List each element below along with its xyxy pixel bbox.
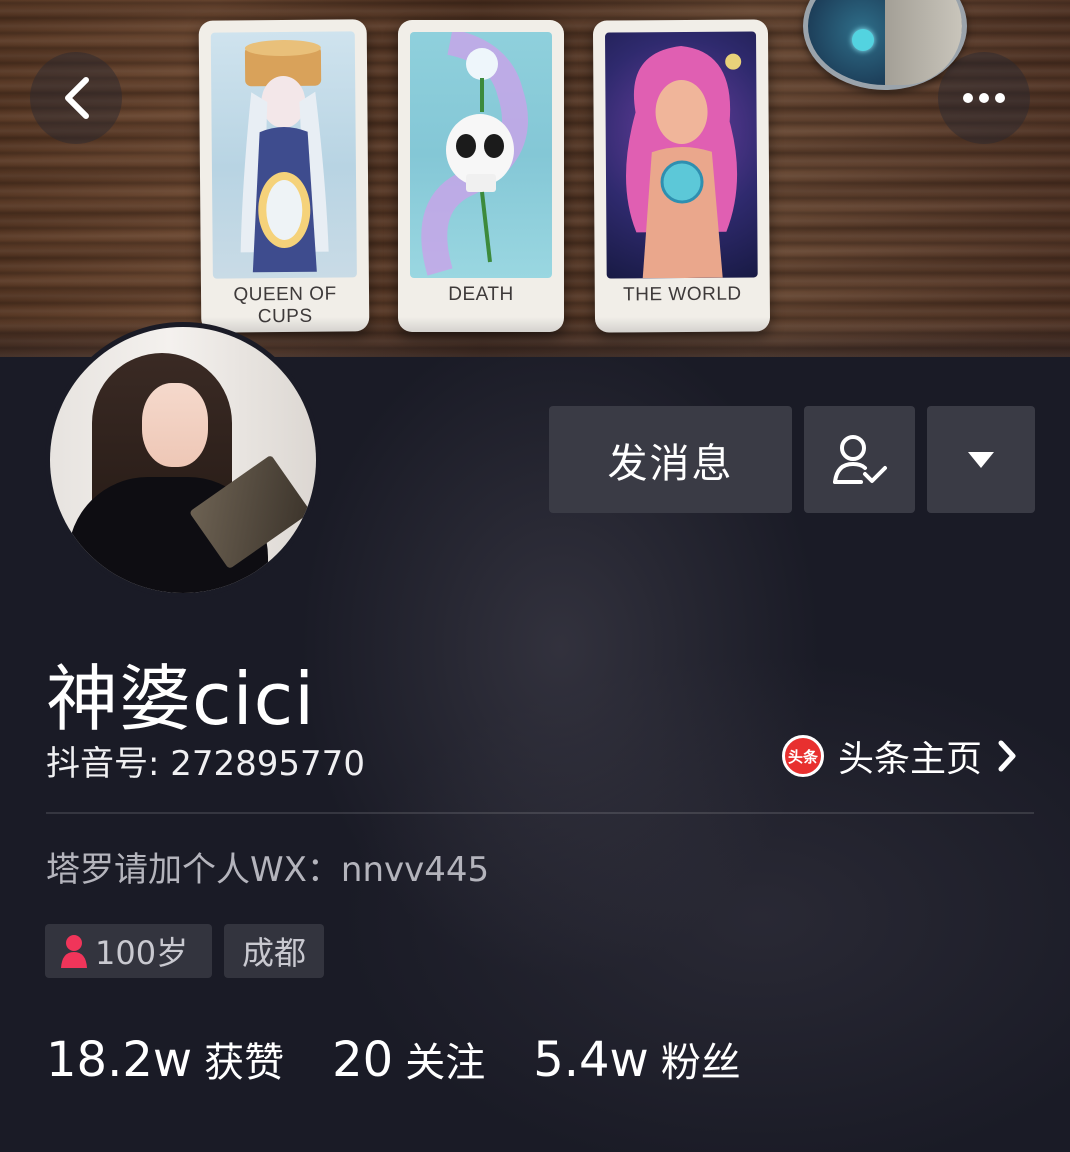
stats-row: 18.2w 获赞 20 关注 5.4w 粉丝 <box>46 1030 789 1088</box>
likes-label: 获赞 <box>204 1040 285 1086</box>
tarot-card-the-world: THE WORLD <box>592 19 771 333</box>
avatar-photo <box>50 327 316 593</box>
send-message-button[interactable]: 发消息 <box>549 406 792 513</box>
following-label: 关注 <box>405 1040 486 1086</box>
send-message-label: 发消息 <box>607 440 734 487</box>
following-count: 20 <box>332 1032 394 1088</box>
more-dots-icon <box>963 93 1005 103</box>
card-caption: QUEEN OF CUPS <box>233 283 337 328</box>
stat-following[interactable]: 20 关注 <box>332 1030 485 1088</box>
more-button[interactable] <box>938 52 1030 144</box>
douyin-id: 抖音号: 272895770 <box>46 744 365 784</box>
tarot-card-death: DEATH <box>398 20 564 332</box>
dropdown-button[interactable] <box>927 406 1035 513</box>
stat-likes[interactable]: 18.2w 获赞 <box>46 1030 284 1088</box>
card-art <box>210 31 357 279</box>
stat-fans[interactable]: 5.4w 粉丝 <box>533 1030 741 1088</box>
chevron-right-icon <box>998 740 1016 772</box>
toutiao-logo-icon: 头条 <box>782 735 824 777</box>
fans-count: 5.4w <box>533 1032 649 1088</box>
city-label: 成都 <box>241 934 306 972</box>
chevron-left-icon <box>65 77 89 119</box>
card-caption: DEATH <box>448 284 514 305</box>
cover-image: QUEEN OF CUPS DEATH THE WORLD <box>0 0 1070 357</box>
female-user-icon <box>61 935 87 968</box>
fans-label: 粉丝 <box>660 1040 741 1086</box>
card-art <box>410 32 552 278</box>
triangle-down-icon <box>968 451 994 468</box>
age-label: 100岁 <box>95 934 189 972</box>
profile-name: 神婆cici <box>46 657 316 741</box>
back-button[interactable] <box>30 52 122 144</box>
bio-text: 塔罗请加个人WX：nnvv445 <box>46 850 490 890</box>
toutiao-label: 头条主页 <box>838 739 983 780</box>
user-check-icon <box>832 434 887 484</box>
age-tag: 100岁 <box>45 924 212 978</box>
city-tag: 成都 <box>224 924 324 978</box>
likes-count: 18.2w <box>46 1032 193 1088</box>
following-button[interactable] <box>804 406 915 513</box>
toutiao-homepage-link[interactable]: 头条 头条主页 <box>782 733 1018 780</box>
card-art <box>604 31 758 279</box>
gem <box>852 29 874 51</box>
divider <box>46 812 1034 814</box>
avatar[interactable] <box>45 322 321 598</box>
tarot-card-queen-of-cups: QUEEN OF CUPS <box>198 19 370 333</box>
card-caption: THE WORLD <box>623 283 742 306</box>
